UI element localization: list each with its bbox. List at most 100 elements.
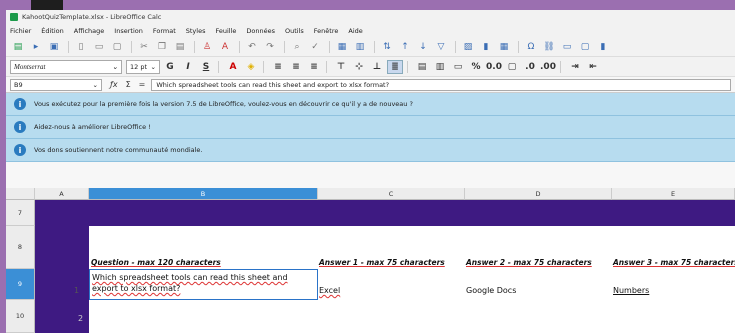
question-cell[interactable]: Which spreadsheet tools can read this sh… [89,269,318,300]
headers-footers-icon[interactable]: ▢ [577,40,593,54]
font-size-select[interactable]: 12 pt ⌄ [126,59,160,74]
toolbar-separator [194,40,195,53]
libreoffice-window: KahootQuizTemplate.xlsx - LibreOffice Ca… [6,10,735,333]
comment-icon[interactable]: ▭ [559,40,575,54]
align-top-icon[interactable]: ⊤ [333,60,349,74]
align-right-icon[interactable]: ≡ [306,60,322,74]
menu-insertion[interactable]: Insertion [114,27,143,35]
clone-formatting-icon[interactable]: ♙ [199,40,215,54]
calc-app-icon [10,13,18,21]
align-center-icon[interactable]: ≡ [288,60,304,74]
hyperlink-icon[interactable]: ⛓ [541,40,557,54]
percent-icon[interactable]: % [468,60,484,74]
open-icon[interactable]: ▸ [28,40,44,54]
sort-descending-icon[interactable]: ↓ [415,40,431,54]
find-replace-icon[interactable]: ⌕ [289,40,305,54]
toolbar-separator [284,40,285,53]
decrease-indent-icon[interactable]: ⇤ [585,60,601,74]
menu-styles[interactable]: Styles [186,27,206,35]
paste-icon[interactable]: ▤ [172,40,188,54]
align-bottom-icon[interactable]: ⊥ [369,60,385,74]
toolbar-separator [131,40,132,53]
insert-chart-icon[interactable]: ▮ [478,40,494,54]
number-format-icon[interactable]: 0.0 [486,60,502,74]
menu-fichier[interactable]: Fichier [10,27,31,35]
center-vertically-icon[interactable]: ⊹ [351,60,367,74]
menu-edition[interactable]: Édition [41,27,64,35]
undo-icon[interactable]: ↶ [244,40,260,54]
save-icon[interactable]: ▣ [46,40,62,54]
font-name-select[interactable]: Montserrat ⌄ [10,59,122,74]
row-header-7[interactable]: 7 [6,200,35,226]
menu-feuille[interactable]: Feuille [215,27,236,35]
row-header-9[interactable]: 9 [6,269,35,300]
chevron-down-icon: ⌄ [150,62,156,71]
row-icon[interactable]: ▦ [334,40,350,54]
menu-affichage[interactable]: Affichage [74,27,105,35]
autofilter-icon[interactable]: ▽ [433,40,449,54]
clear-formatting-icon[interactable]: A [217,40,233,54]
function-wizard-icon[interactable]: ƒx [110,80,118,89]
formula-icon[interactable]: = [139,80,146,89]
header-answer-2[interactable]: Answer 2 - max 75 characters [466,258,592,267]
pivot-table-icon[interactable]: ▦ [496,40,512,54]
menu-donnees[interactable]: Données [246,27,275,35]
underline-icon[interactable]: S [198,60,214,74]
number-format-currency-icon[interactable]: ▭ [450,60,466,74]
column-header-e[interactable]: E [612,188,735,200]
header-answer-3[interactable]: Answer 3 - max 75 characters [613,258,735,267]
answer-1-cell[interactable]: Excel [319,286,340,295]
column-header-a[interactable]: A [35,188,89,200]
merge-cells-icon[interactable]: ▤ [414,60,430,74]
column-icon[interactable]: ▥ [352,40,368,54]
infobar-text: Vous exécutez pour la première fois la v… [34,100,413,108]
new-document-icon[interactable]: ▤ [10,40,26,54]
sort-icon[interactable]: ⇅ [379,40,395,54]
print-preview-icon[interactable]: ▢ [109,40,125,54]
delete-decimal-icon[interactable]: .00 [540,60,556,74]
add-decimal-icon[interactable]: .0 [522,60,538,74]
column-header-b[interactable]: B [89,188,318,200]
redo-icon[interactable]: ↷ [262,40,278,54]
menu-fenetre[interactable]: Fenêtre [314,27,339,35]
menu-aide[interactable]: Aide [348,27,362,35]
sort-ascending-icon[interactable]: ↑ [397,40,413,54]
formula-input[interactable]: Which spreadsheet tools can read this sh… [151,78,731,91]
print-icon[interactable]: ▭ [91,40,107,54]
row-header-10[interactable]: 10 [6,300,35,333]
unmerge-cells-icon[interactable]: ▥ [432,60,448,74]
cut-icon[interactable]: ✂ [136,40,152,54]
select-all-corner[interactable] [6,188,35,200]
copy-icon[interactable]: ❐ [154,40,170,54]
increase-indent-icon[interactable]: ⇥ [567,60,583,74]
name-box[interactable]: B9 ⌄ [10,78,102,91]
menu-format[interactable]: Format [153,27,176,35]
special-character-icon[interactable]: Ω [523,40,539,54]
font-color-icon[interactable]: A [225,60,241,74]
row-header-8[interactable]: 8 [6,226,35,269]
align-left-icon[interactable]: ≡ [270,60,286,74]
date-format-icon[interactable]: ▢ [504,60,520,74]
bold-icon[interactable]: G [162,60,178,74]
sum-icon[interactable]: Σ [126,80,131,89]
header-answer-1[interactable]: Answer 1 - max 75 characters [319,258,445,267]
column-header-c[interactable]: C [318,188,465,200]
export-pdf-icon[interactable]: ▯ [73,40,89,54]
info-icon: i [14,144,26,156]
question-text: Which spreadsheet tools can read this sh… [92,273,288,293]
menu-outils[interactable]: Outils [285,27,304,35]
question-index: 1 [74,286,80,295]
spreadsheet-grid[interactable]: A B C D E 7 8 9 10 Question - max 120 ch… [6,188,735,333]
insert-image-icon[interactable]: ▨ [460,40,476,54]
info-icon: i [14,121,26,133]
define-print-area-icon[interactable]: ▮ [595,40,611,54]
answer-2-cell[interactable]: Google Docs [466,286,516,295]
spelling-icon[interactable]: ✓ [307,40,323,54]
highlight-color-icon[interactable]: ◈ [243,60,259,74]
column-header-d[interactable]: D [465,188,612,200]
answer-3-cell[interactable]: Numbers [613,286,649,295]
infobar-get-involved: i Aidez-nous à améliorer LibreOffice ! [6,116,735,139]
wrap-text-icon[interactable]: ≣ [387,59,403,74]
italic-icon[interactable]: I [180,60,196,74]
header-question[interactable]: Question - max 120 characters [91,258,221,267]
